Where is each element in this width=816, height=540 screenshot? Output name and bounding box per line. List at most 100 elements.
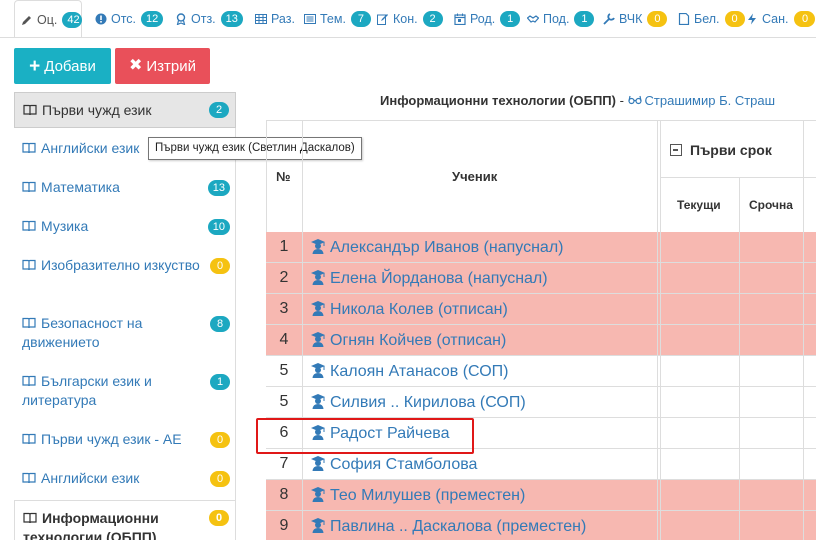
sidebar-item-label: Първи чужд език [42, 102, 152, 118]
cell-divider [657, 356, 658, 387]
book-icon [23, 104, 37, 116]
col-student-header: Ученик [452, 169, 498, 184]
student-link[interactable]: Силвия .. Кирилова (СОП) [310, 393, 526, 412]
table-row[interactable]: 3 Никола Колев (отписан) [266, 294, 816, 325]
term-header[interactable]: Първи срок [670, 142, 772, 158]
table-row[interactable]: 2 Елена Йорданова (напуснал) [266, 263, 816, 294]
tab-control[interactable]: Кон. 2 [370, 0, 443, 37]
tab-label: Под. [543, 12, 570, 26]
tab-grades[interactable]: Оц. 42 [14, 0, 83, 37]
student-icon [311, 332, 325, 347]
delete-button[interactable]: ✖ Изтрий [115, 48, 210, 84]
cell-divider [660, 387, 661, 418]
cell-divider [302, 356, 303, 387]
table-row[interactable]: 5 Калоян Атанасов (СОП) [266, 356, 816, 387]
table-icon [254, 13, 267, 26]
cell-divider [739, 387, 740, 418]
tab-more[interactable]: 0 [790, 0, 815, 37]
sidebar-item-foreign-language-ae[interactable]: Първи чужд език - АЕ 0 [14, 430, 236, 449]
sidebar-item-english-2[interactable]: Английски език 0 [14, 469, 236, 488]
tab-bar: Оц. 42 Отс. 12 Отз. 13 Раз. Тем. 7 Кон. … [0, 0, 816, 38]
student-icon [311, 456, 325, 471]
cell-divider [739, 418, 740, 449]
student-icon [311, 487, 325, 502]
alert-circle-icon [94, 13, 107, 26]
table-row[interactable]: 8 Тео Милушев (преместен) [266, 480, 816, 511]
sidebar-item-math[interactable]: Математика 13 [14, 178, 236, 197]
table-row[interactable]: 9 Павлина .. Даскалова (преместен) [266, 511, 816, 540]
student-link[interactable]: Никола Колев (отписан) [310, 300, 508, 319]
cell-divider [803, 449, 804, 480]
sidebar-item-foreign-language[interactable]: Първи чужд език 2 [14, 92, 236, 128]
pencil-icon [21, 13, 33, 26]
row-number: 4 [279, 331, 289, 348]
student-name: Никола Колев (отписан) [330, 301, 508, 318]
table-row[interactable]: 4 Огнян Койчев (отписан) [266, 325, 816, 356]
tab-count-badge: 42 [62, 11, 83, 28]
tab-label: ВЧК [619, 12, 643, 26]
sidebar-item-bulgarian[interactable]: Български език и литература 1 [14, 372, 236, 410]
student-link[interactable]: Елена Йорданова (напуснал) [310, 269, 548, 288]
student-name: Елена Йорданова (напуснал) [330, 270, 548, 287]
cell-divider [739, 294, 740, 325]
student-link[interactable]: Тео Милушев (преместен) [310, 486, 525, 505]
tab-absences[interactable]: Отс. 12 [88, 0, 164, 37]
sidebar-item-label: Английски език [41, 140, 140, 156]
tab-support[interactable]: Под. 1 [520, 0, 595, 37]
sidebar-item-it[interactable]: Информационни технологии (ОБПП) 0 [14, 500, 236, 540]
tab-feedback[interactable]: Отз. 13 [168, 0, 243, 37]
cell-divider [803, 325, 804, 356]
sidebar-item-label: Музика [41, 218, 89, 234]
tab-vchk[interactable]: ВЧК 0 [596, 0, 668, 37]
collapse-icon[interactable] [670, 144, 682, 156]
book-icon [22, 181, 36, 193]
tab-count-badge: 13 [220, 11, 243, 27]
cell-divider [657, 263, 658, 294]
tab-parents[interactable]: Род. 1 [447, 0, 521, 37]
row-number: 2 [279, 269, 289, 286]
cell-divider [803, 418, 804, 449]
student-name: Павлина .. Даскалова (преместен) [330, 518, 587, 535]
student-icon [311, 301, 325, 316]
sidebar-item-traffic-safety[interactable]: Безопасност на движението 8 [14, 314, 236, 352]
subject-title: Информационни технологии (ОБПП) [380, 93, 616, 108]
tab-label: Сан. [762, 12, 789, 26]
add-button-label: Добави [44, 57, 96, 75]
teacher-link[interactable]: Страшимир Б. Страш [627, 93, 775, 108]
tab-topics[interactable]: Тем. 7 [297, 0, 371, 37]
tab-count-badge: 7 [350, 11, 371, 27]
glasses-icon [627, 95, 642, 105]
cell-divider [660, 449, 661, 480]
tab-count-badge: 1 [500, 11, 521, 27]
student-link[interactable]: Александър Иванов (напуснал) [310, 238, 564, 257]
sidebar-item-label: Информационни технологии (ОБПП) [23, 510, 159, 540]
book-icon [22, 375, 36, 387]
table-border [660, 177, 816, 178]
cell-divider [660, 263, 661, 294]
tab-count-badge: 0 [795, 11, 815, 27]
sidebar-item-music[interactable]: Музика 10 [14, 217, 236, 236]
student-link[interactable]: Павлина .. Даскалова (преместен) [310, 517, 586, 536]
add-button[interactable]: + Добави [14, 48, 111, 84]
cell-divider [660, 356, 661, 387]
sub-current-header: Текущи [677, 198, 721, 212]
cell-divider [803, 480, 804, 511]
student-link[interactable]: Калоян Атанасов (СОП) [310, 362, 509, 381]
student-link[interactable]: София Стамболова [310, 455, 477, 474]
cell-divider [739, 232, 740, 263]
student-link[interactable]: Огнян Койчев (отписан) [310, 331, 506, 350]
row-number: 5 [279, 362, 289, 379]
tab-schedule[interactable]: Раз. [248, 0, 295, 37]
student-icon [311, 518, 325, 533]
cell-divider [302, 294, 303, 325]
sidebar-item-fine-arts[interactable]: Изобразително изкуство 0 [14, 256, 236, 275]
page-title: Информационни технологии (ОБПП) - Страши… [380, 93, 775, 108]
table-row[interactable]: 1 Александър Иванов (напуснал) [266, 232, 816, 263]
cell-divider [660, 232, 661, 263]
tab-label: Отс. [111, 12, 137, 26]
tab-notes[interactable]: Бел. 0 [671, 0, 745, 37]
table-row[interactable]: 5 Силвия .. Кирилова (СОП) [266, 387, 816, 418]
selected-row-highlight [256, 418, 474, 454]
sidebar-count-badge: 13 [207, 180, 230, 196]
cell-divider [803, 511, 804, 540]
